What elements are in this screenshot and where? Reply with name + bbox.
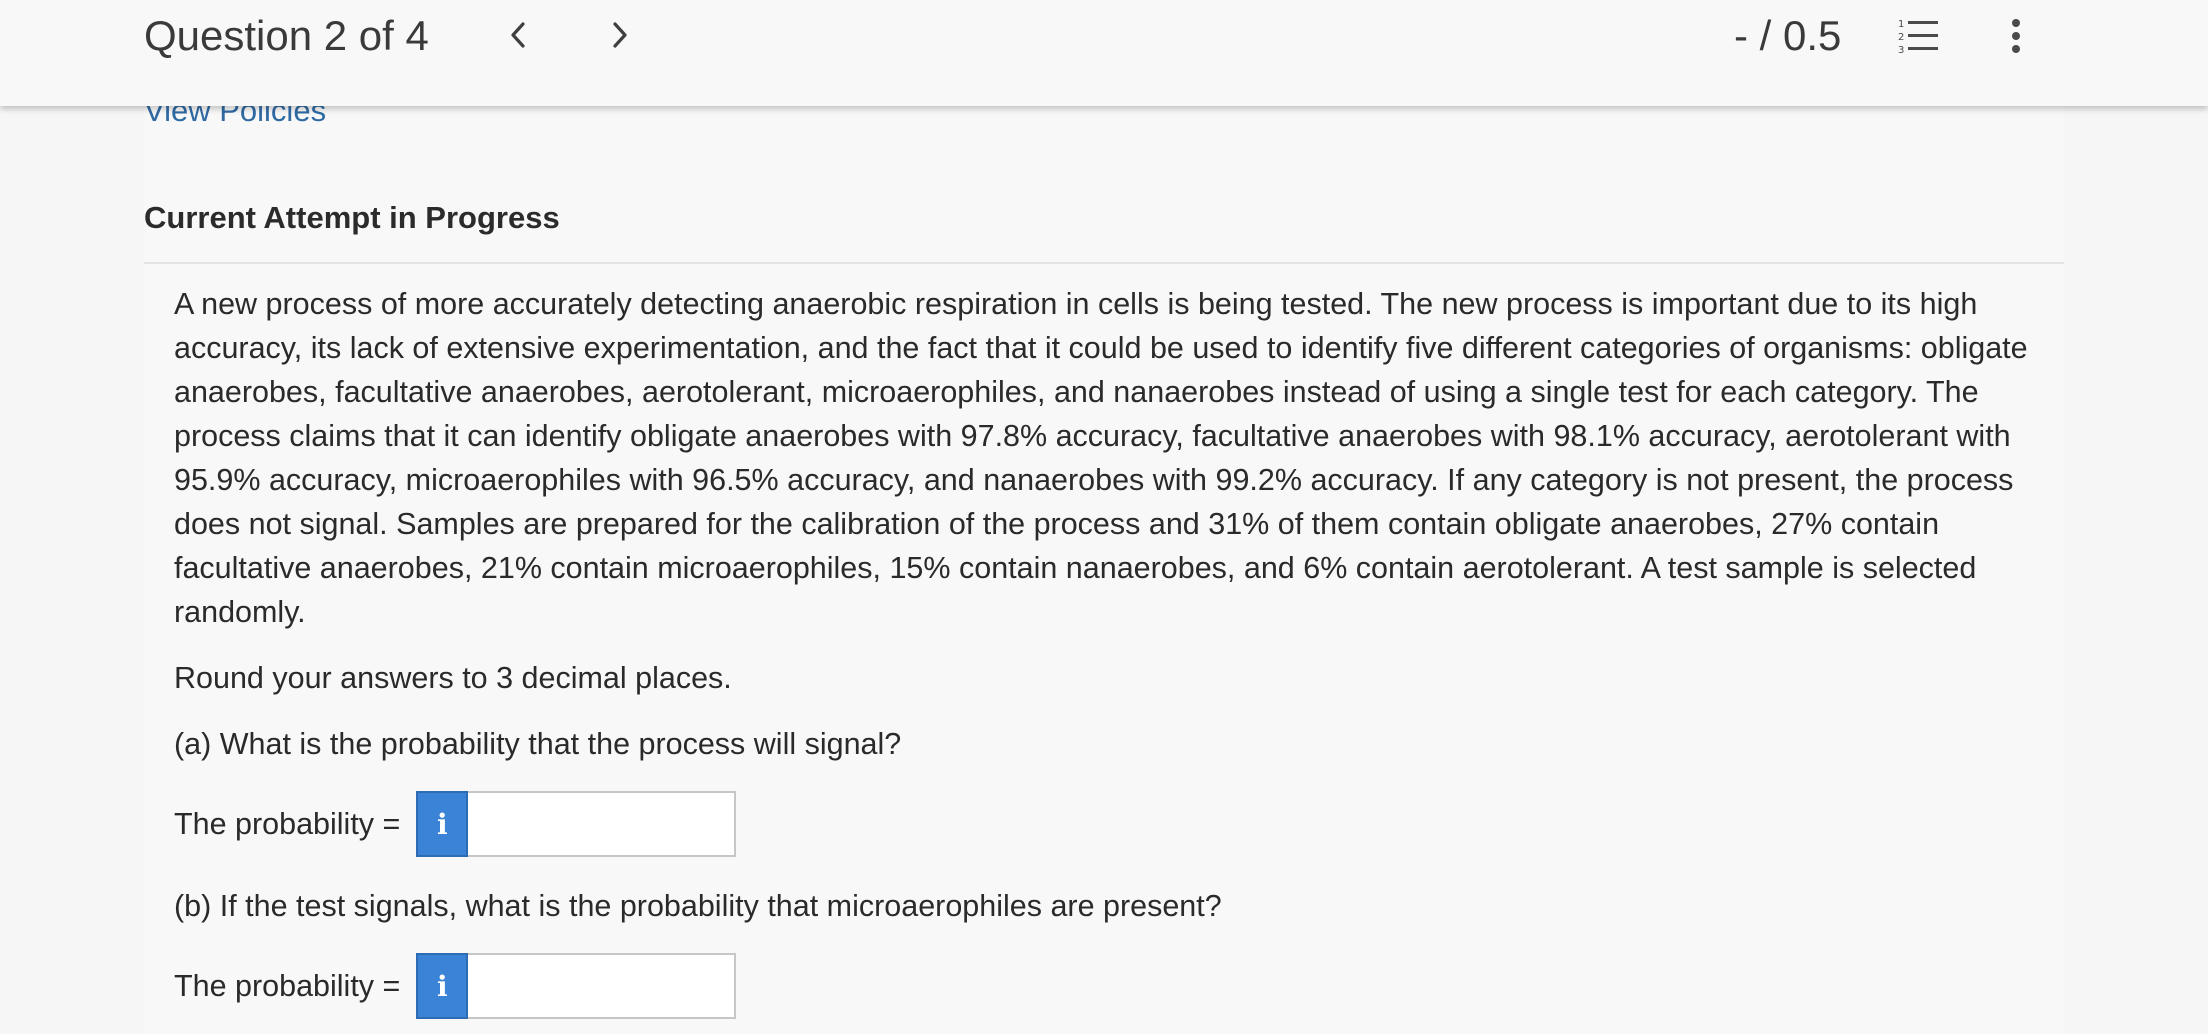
previous-question-button[interactable] <box>496 12 540 58</box>
more-vertical-icon-dot <box>2012 19 2020 27</box>
more-vertical-icon-dot <box>2012 32 2020 40</box>
part-b-answer-input[interactable] <box>468 953 737 1019</box>
next-question-button[interactable] <box>598 12 642 58</box>
numbered-list-icon: 1 2 3 <box>1898 19 1938 56</box>
info-icon[interactable]: i <box>416 953 469 1019</box>
question-header-bar: Question 2 of 4 - / 0.5 1 2 3 <box>0 0 2208 106</box>
part-b-prompt: (b) If the test signals, what is the pro… <box>174 889 1222 923</box>
info-icon[interactable]: i <box>416 791 469 857</box>
chevron-right-icon <box>613 22 627 48</box>
attempt-heading: Current Attempt in Progress <box>144 200 560 235</box>
chevron-left-icon <box>511 22 525 48</box>
svg-text:2: 2 <box>1898 32 1904 43</box>
part-a-answer-input[interactable] <box>468 791 737 857</box>
more-vertical-icon-dot <box>2012 45 2020 53</box>
svg-text:1: 1 <box>1898 19 1904 30</box>
more-options-button[interactable] <box>1998 14 2034 58</box>
question-list-button[interactable]: 1 2 3 <box>1896 14 1942 58</box>
svg-text:3: 3 <box>1898 45 1904 56</box>
part-b-answer-label: The probability = <box>174 968 401 1003</box>
score-display: - / 0.5 <box>1734 12 1842 59</box>
part-a-answer-row: The probability = i <box>174 791 737 857</box>
part-a-answer-label: The probability = <box>174 806 401 841</box>
question-indicator: Question 2 of 4 <box>144 12 429 59</box>
rounding-instruction: Round your answers to 3 decimal places. <box>174 661 732 695</box>
section-divider <box>144 262 2064 264</box>
part-a-prompt: (a) What is the probability that the pro… <box>174 727 902 761</box>
part-b-answer-row: The probability = i <box>174 953 737 1019</box>
question-stem: A new process of more accurately detecti… <box>174 287 2028 629</box>
